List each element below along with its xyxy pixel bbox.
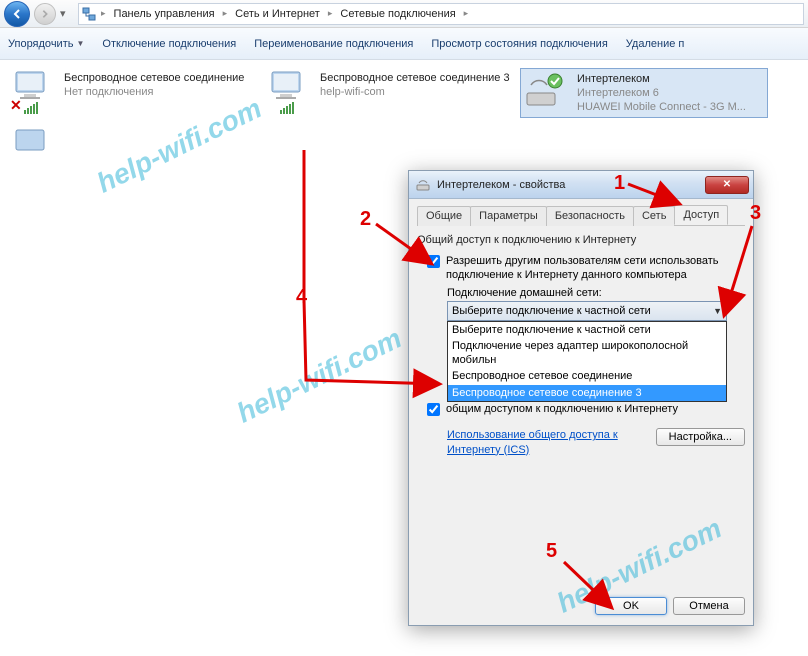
dialog-titlebar[interactable]: Интертелеком - свойства ✕ [409, 171, 753, 199]
ics-help-link[interactable]: Использование общего доступа к Интернету… [447, 428, 637, 457]
tab-access[interactable]: Доступ [674, 205, 728, 225]
annotation-3: 3 [750, 202, 761, 225]
breadcrumb[interactable]: ▸ Панель управления ▸ Сеть и Интернет ▸ … [78, 3, 804, 25]
disable-connection-button[interactable]: Отключение подключения [102, 38, 236, 50]
allow-control-label: общим доступом к подключению к Интернету [446, 402, 678, 416]
network-folder-icon [81, 6, 97, 22]
connection-item[interactable]: ✕ Беспроводное сетевое соединение Нет по… [8, 68, 256, 116]
dialup-adapter-icon [523, 71, 571, 115]
combo-option-selected[interactable]: Беспроводное сетевое соединение 3 [448, 385, 726, 401]
dialog-title: Интертелеком - свойства [437, 179, 699, 191]
combo-option[interactable]: Выберите подключение к частной сети [448, 322, 726, 338]
delete-connection-button[interactable]: Удаление п [626, 38, 685, 50]
combo-dropdown-list: Выберите подключение к частной сети Подк… [447, 321, 727, 402]
forward-button[interactable] [34, 3, 56, 25]
home-network-label: Подключение домашней сети: [417, 287, 745, 299]
allow-sharing-checkbox[interactable] [427, 255, 440, 268]
tab-parameters[interactable]: Параметры [470, 206, 547, 226]
arrow-right-icon [40, 9, 50, 19]
tab-strip: Общие Параметры Безопасность Сеть Доступ [417, 205, 745, 226]
section-header: Общий доступ к подключению к Интернету [417, 232, 745, 252]
close-icon: ✕ [723, 179, 731, 190]
annotation-2: 2 [360, 208, 371, 231]
view-status-button[interactable]: Просмотр состояния подключения [431, 38, 607, 50]
chevron-down-icon: ▼ [713, 306, 722, 316]
connection-item-partial[interactable] [8, 126, 38, 174]
rename-connection-button[interactable]: Переименование подключения [254, 38, 413, 50]
connection-item-selected[interactable]: Интертелеком Интертелеком 6 HUAWEI Mobil… [520, 68, 768, 118]
organize-menu[interactable]: Упорядочить ▼ [8, 38, 84, 50]
no-signal-icon: ✕ [10, 97, 22, 114]
allow-control-checkbox[interactable] [427, 403, 440, 416]
connections-view: ✕ Беспроводное сетевое соединение Нет по… [0, 60, 808, 182]
annotation-1: 1 [614, 172, 625, 195]
combo-option[interactable]: Подключение через адаптер широкополосной… [448, 338, 726, 369]
navigation-bar: ▾ ▸ Панель управления ▸ Сеть и Интернет … [0, 0, 808, 28]
wifi-adapter-icon [266, 70, 314, 114]
wifi-adapter-icon: ✕ [10, 70, 58, 114]
connection-status: Интертелеком 6 [577, 87, 746, 101]
tab-general[interactable]: Общие [417, 206, 471, 226]
home-network-combo[interactable]: Выберите подключение к частной сети ▼ [447, 301, 727, 321]
close-button[interactable]: ✕ [705, 176, 749, 194]
chevron-down-icon: ▼ [76, 39, 84, 48]
combo-value: Выберите подключение к частной сети [452, 305, 651, 317]
breadcrumb-sep: ▸ [99, 8, 108, 19]
connection-status: help-wifi-com [320, 86, 510, 100]
breadcrumb-item[interactable]: Сетевые подключения [336, 6, 459, 22]
connection-device: HUAWEI Mobile Connect - 3G M... [577, 101, 746, 115]
allow-sharing-label: Разрешить другим пользователям сети испо… [446, 254, 745, 283]
annotation-4: 4 [296, 286, 307, 309]
connection-name: Интертелеком [577, 73, 746, 87]
connection-status: Нет подключения [64, 86, 244, 100]
breadcrumb-item[interactable]: Сеть и Интернет [231, 6, 324, 22]
adapter-icon [10, 128, 58, 172]
history-dropdown-icon[interactable]: ▾ [60, 7, 74, 20]
connection-item[interactable]: Беспроводное сетевое соединение 3 help-w… [264, 68, 512, 116]
settings-button[interactable]: Настройка... [656, 428, 745, 446]
watermark: help-wifi.com [232, 322, 407, 429]
tab-network[interactable]: Сеть [633, 206, 675, 226]
toolbar: Упорядочить ▼ Отключение подключения Пер… [0, 28, 808, 60]
tab-security[interactable]: Безопасность [546, 206, 634, 226]
back-button[interactable] [4, 1, 30, 27]
cancel-button[interactable]: Отмена [673, 597, 745, 615]
ok-button[interactable]: OK [595, 597, 667, 615]
connection-name: Беспроводное сетевое соединение [64, 72, 244, 86]
connection-name: Беспроводное сетевое соединение 3 [320, 72, 510, 86]
breadcrumb-item[interactable]: Панель управления [110, 6, 219, 22]
arrow-left-icon [11, 8, 23, 20]
dialup-icon [415, 177, 431, 193]
annotation-5: 5 [546, 540, 557, 563]
combo-option[interactable]: Беспроводное сетевое соединение [448, 368, 726, 384]
properties-dialog: Интертелеком - свойства ✕ Общие Параметр… [408, 170, 754, 626]
